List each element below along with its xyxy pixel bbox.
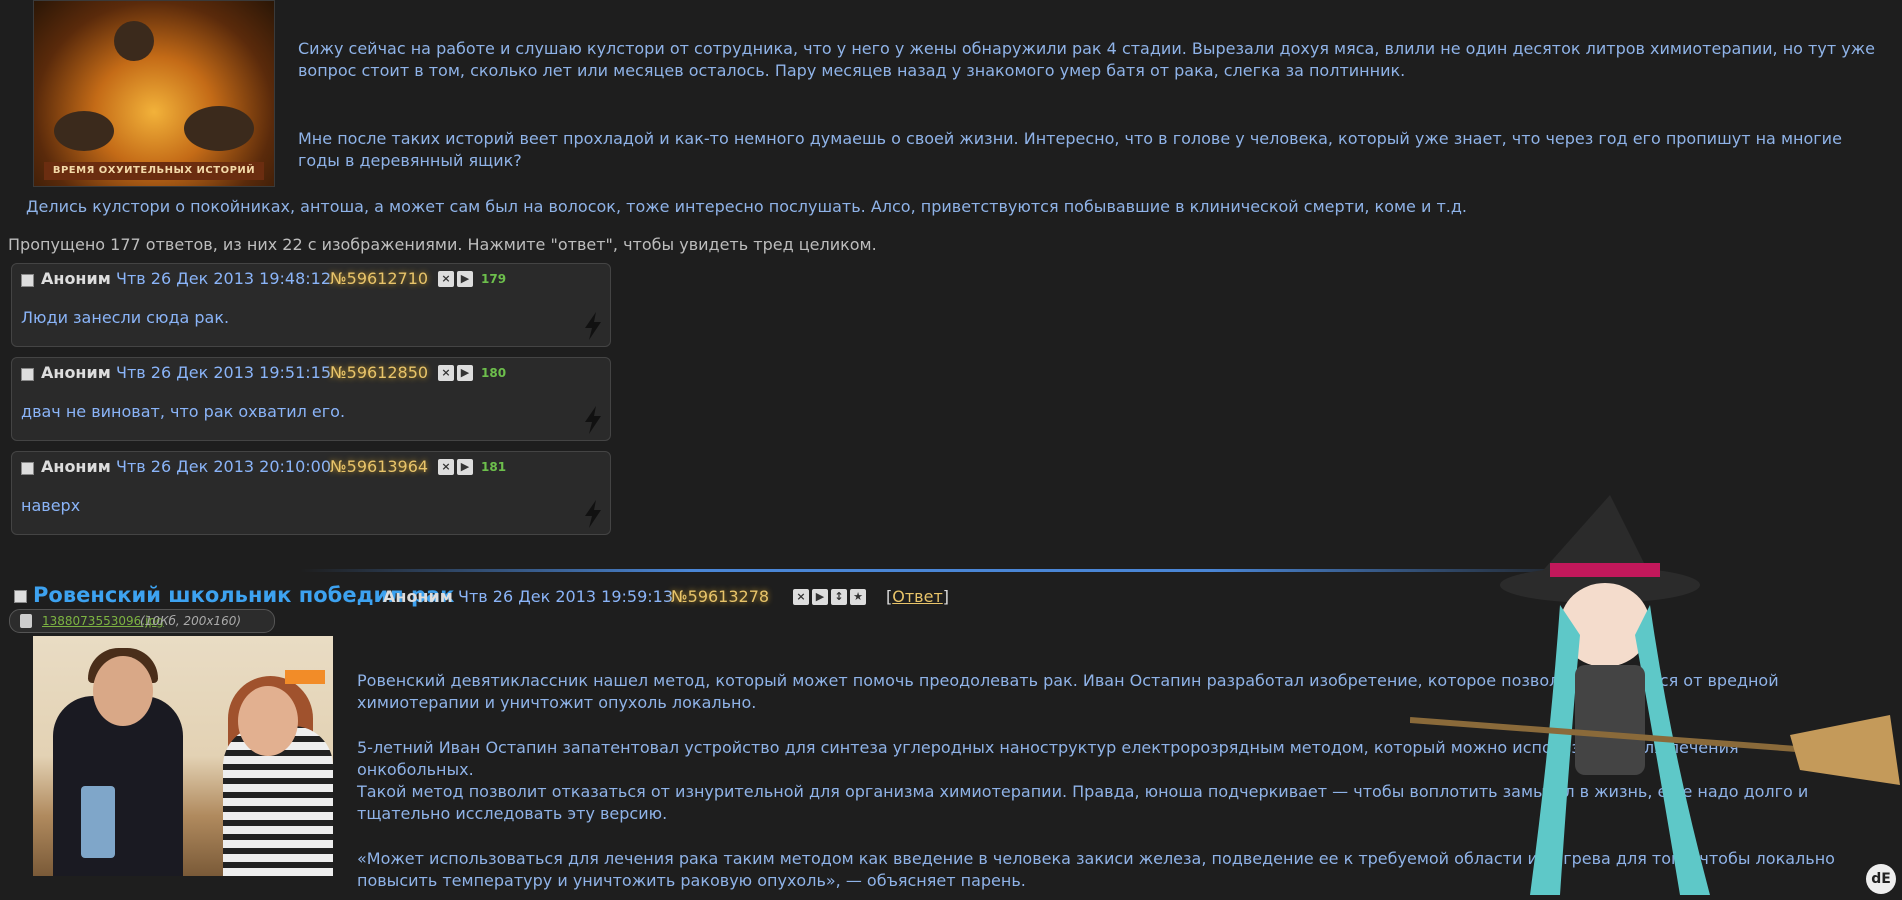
post-checkbox[interactable] (21, 462, 34, 475)
post-number[interactable]: №59613278 (671, 587, 769, 606)
witch-mascot-image (1410, 495, 1900, 895)
post-date: Чтв 26 Дек 2013 20:10:00 (116, 457, 332, 476)
reply-post: Аноним Чтв 26 Дек 2013 19:48:12 №5961271… (11, 263, 611, 347)
poster-name: Аноним (41, 363, 111, 382)
poster-name: Аноним (41, 457, 111, 476)
post-date: Чтв 26 Дек 2013 19:59:13 (458, 587, 674, 606)
play-icon[interactable]: ▶ (457, 365, 473, 381)
play-icon[interactable]: ▶ (457, 271, 473, 287)
post-message: двач не виноват, что рак охватил его. (21, 402, 346, 421)
op-paragraph-3: Делись кулстори о покойниках, антоша, а … (26, 197, 1468, 216)
op-paragraph-1: Сижу сейчас на работе и слушаю кулстори … (298, 39, 1875, 80)
post-message: Люди занесли сюда рак. (21, 308, 230, 327)
op-paragraph-2: Мне после таких историй веет прохладой и… (298, 129, 1842, 170)
play-icon[interactable]: ▶ (457, 459, 473, 475)
cat-silhouette (54, 111, 114, 151)
reply-count: 180 (481, 366, 507, 380)
person-head (93, 656, 153, 726)
bracket-close: ] (942, 587, 950, 606)
reply-link-wrapper: [Ответ] (886, 587, 949, 606)
play-icon[interactable]: ▶ (812, 589, 828, 605)
reply-post: Аноним Чтв 26 Дек 2013 19:51:15 №5961285… (11, 357, 611, 441)
file-icon (20, 614, 32, 628)
file-info: 1388073553096.jpg (10Кб, 200x160) (9, 609, 275, 633)
post-number[interactable]: №59613964 (330, 457, 428, 476)
omitted-notice: Пропущено 177 ответов, из них 22 с изобр… (8, 235, 877, 254)
tv-logo (285, 670, 325, 684)
person-head (238, 686, 298, 756)
corner-logo-icon[interactable]: dE (1866, 864, 1896, 894)
lightning-icon[interactable] (582, 500, 604, 528)
cat-silhouette (114, 21, 154, 61)
poster-name: Аноним (41, 269, 111, 288)
poster-name: Аноним (383, 587, 453, 606)
post-checkbox[interactable] (21, 368, 34, 381)
expand-icon[interactable]: ↕ (831, 589, 847, 605)
op-thumbnail[interactable]: ВРЕМЯ ОХУИТЕЛЬНЫХ ИСТОРИЙ (33, 0, 275, 187)
thread-thumbnail[interactable] (33, 636, 333, 876)
reply-post: Аноним Чтв 26 Дек 2013 20:10:00 №5961396… (11, 451, 611, 535)
reply-count: 179 (481, 272, 507, 286)
favorite-star-icon[interactable]: ★ (850, 589, 866, 605)
post-date: Чтв 26 Дек 2013 19:48:12 (116, 269, 332, 288)
cat-silhouette (184, 106, 254, 151)
post-message: наверх (21, 496, 81, 515)
reply-link[interactable]: Ответ (892, 587, 943, 606)
lightning-icon[interactable] (582, 312, 604, 340)
post-number[interactable]: №59612710 (330, 269, 428, 288)
hide-icon[interactable]: × (438, 365, 454, 381)
op-image-caption: ВРЕМЯ ОХУИТЕЛЬНЫХ ИСТОРИЙ (44, 162, 264, 180)
device-canister (81, 786, 115, 858)
file-meta: (10Кб, 200x160) (140, 614, 242, 628)
post-number[interactable]: №59612850 (330, 363, 428, 382)
thread-checkbox[interactable] (14, 590, 27, 603)
hide-icon[interactable]: × (793, 589, 809, 605)
reply-count: 181 (481, 460, 507, 474)
post-checkbox[interactable] (21, 274, 34, 287)
hide-icon[interactable]: × (438, 459, 454, 475)
lightning-icon[interactable] (582, 406, 604, 434)
hide-icon[interactable]: × (438, 271, 454, 287)
post-date: Чтв 26 Дек 2013 19:51:15 (116, 363, 332, 382)
thread-divider (300, 569, 1600, 572)
